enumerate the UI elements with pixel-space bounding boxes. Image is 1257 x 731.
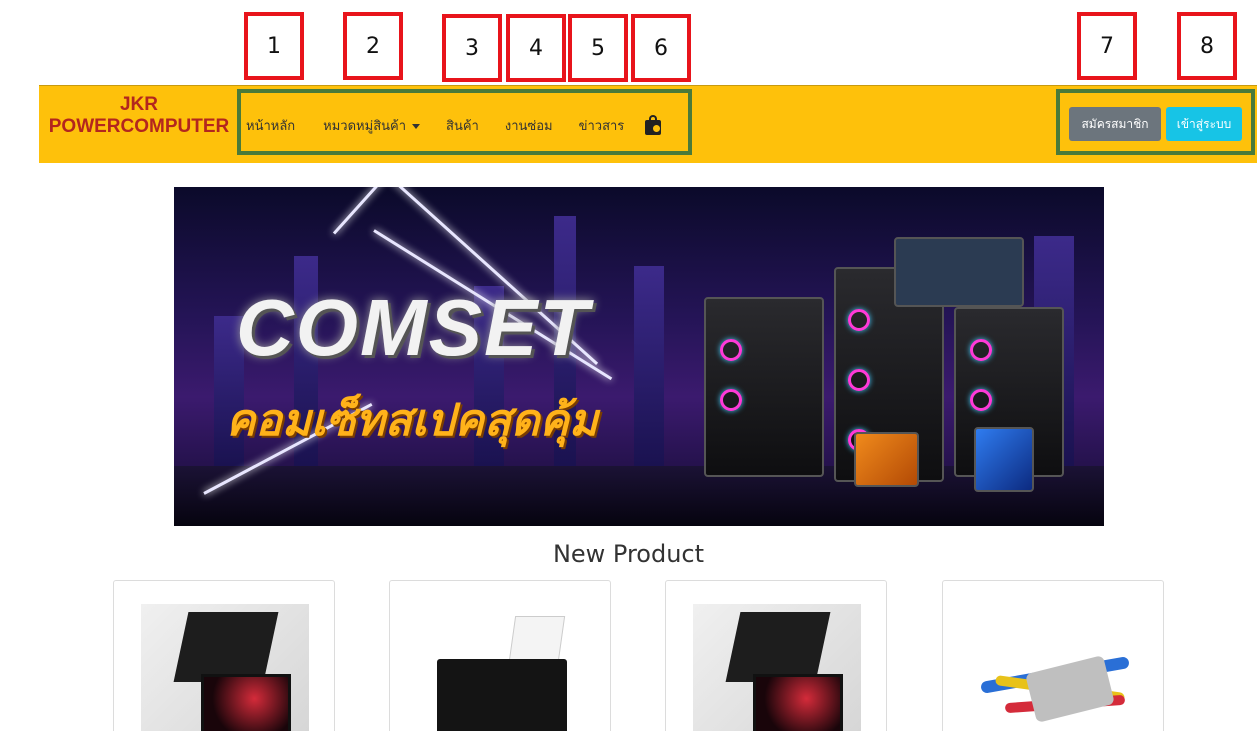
nav-item-news[interactable]: ข่าวสาร xyxy=(579,115,625,136)
nav-menu: หน้าหลัก หมวดหมู่สินค้า สินค้า งานซ่อม ข… xyxy=(246,114,662,136)
annotation-label: 7 xyxy=(1100,33,1114,59)
annotation-6: 6 xyxy=(631,14,691,82)
graphics-card xyxy=(894,237,1024,307)
annotation-label: 2 xyxy=(366,33,380,59)
printer-paper xyxy=(508,616,566,661)
register-button[interactable]: สมัครสมาชิก xyxy=(1069,107,1161,141)
nav-item-repair[interactable]: งานซ่อม xyxy=(505,115,553,136)
shopping-bag-icon[interactable] xyxy=(644,114,662,136)
annotation-label: 4 xyxy=(529,35,543,61)
product-card[interactable] xyxy=(942,580,1164,731)
brand-logo[interactable]: JKR POWERCOMPUTER xyxy=(39,94,239,138)
annotation-5: 5 xyxy=(568,14,628,82)
banner-subtitle: คอมเซ็ทสเปคสุดคุ้ม xyxy=(226,395,598,446)
nav-item-categories-label: หมวดหมู่สินค้า xyxy=(323,118,407,134)
nav-item-home[interactable]: หน้าหลัก xyxy=(246,115,295,136)
annotation-label: 8 xyxy=(1200,33,1214,59)
page: 1 2 3 4 5 6 7 8 JKR POWERCOMPUTER หน้าหล… xyxy=(0,0,1257,731)
laptop-lid xyxy=(725,612,831,682)
annotation-label: 5 xyxy=(591,35,605,61)
nav-item-categories[interactable]: หมวดหมู่สินค้า xyxy=(323,115,421,136)
laptop-lid xyxy=(173,612,279,682)
laptop-screen xyxy=(201,674,291,731)
rgb-fan xyxy=(720,339,742,361)
annotation-4: 4 xyxy=(506,14,566,82)
printer-body xyxy=(437,659,567,731)
product-card[interactable] xyxy=(389,580,611,731)
chevron-down-icon xyxy=(412,123,421,129)
annotation-label: 1 xyxy=(267,33,281,59)
section-title-new-product: New Product xyxy=(552,540,705,568)
product-card[interactable] xyxy=(113,580,335,731)
rgb-fan xyxy=(848,309,870,331)
product-image-printer[interactable] xyxy=(417,604,585,731)
rgb-fan xyxy=(720,389,742,411)
city-building xyxy=(634,266,664,466)
product-image-av-cables[interactable] xyxy=(970,604,1138,731)
navbar: JKR POWERCOMPUTER หน้าหลัก หมวดหมู่สินค้… xyxy=(39,85,1257,163)
login-button[interactable]: เข้าสู่ระบบ xyxy=(1166,107,1242,141)
cpu-box xyxy=(974,427,1034,492)
annotation-8: 8 xyxy=(1177,12,1237,80)
product-image-laptop[interactable] xyxy=(693,604,861,731)
product-image-laptop[interactable] xyxy=(141,604,309,731)
annotation-label: 3 xyxy=(465,35,479,61)
annotation-2: 2 xyxy=(343,12,403,80)
brand-line-2: POWERCOMPUTER xyxy=(48,116,230,137)
product-card[interactable] xyxy=(665,580,887,731)
annotation-3: 3 xyxy=(442,14,502,82)
rgb-fan xyxy=(970,339,992,361)
pc-case xyxy=(704,297,824,477)
rgb-fan xyxy=(970,389,992,411)
cpu-box xyxy=(854,432,919,487)
annotation-label: 6 xyxy=(654,35,668,61)
glow-line xyxy=(332,187,389,235)
hero-banner[interactable]: COMSET คอมเซ็ทสเปคสุดคุ้ม xyxy=(174,187,1104,526)
laptop-screen xyxy=(753,674,843,731)
vga-connector xyxy=(1025,655,1115,723)
nav-item-products[interactable]: สินค้า xyxy=(446,115,479,136)
annotation-1: 1 xyxy=(244,12,304,80)
brand-line-1: JKR xyxy=(119,94,158,115)
rgb-fan xyxy=(848,369,870,391)
banner-title: COMSET xyxy=(236,283,591,372)
annotation-7: 7 xyxy=(1077,12,1137,80)
